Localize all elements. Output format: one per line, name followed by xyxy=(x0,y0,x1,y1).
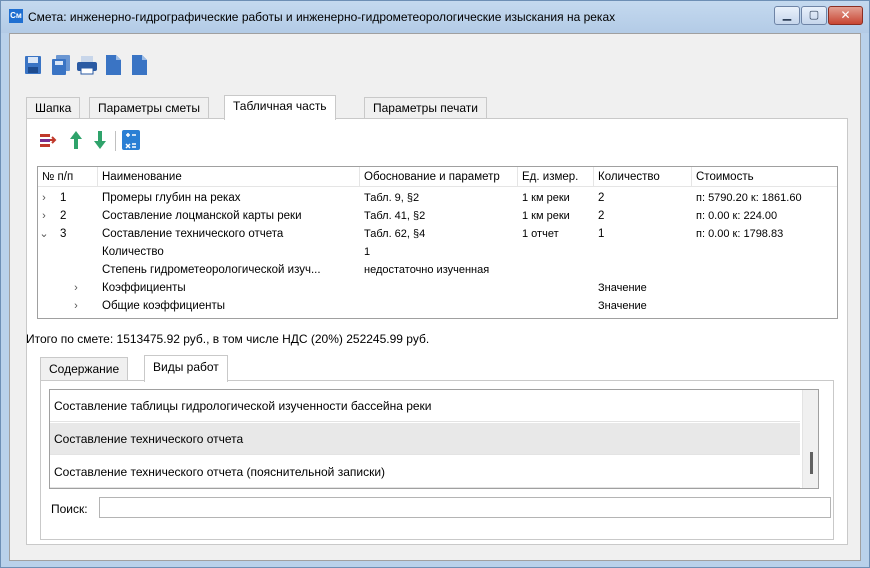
table-row[interactable]: › 2 Составление лоцманской карты реки Та… xyxy=(38,208,837,225)
column-header-quantity[interactable]: Количество xyxy=(594,167,692,187)
row-name: Составление лоцманской карты реки xyxy=(102,210,302,222)
column-header-name[interactable]: Наименование xyxy=(98,167,360,187)
table-subrow[interactable]: Количество 1 xyxy=(38,244,837,261)
save-icon[interactable] xyxy=(24,54,42,76)
row-quantity: 2 xyxy=(598,210,605,222)
row-number: 2 xyxy=(60,210,67,222)
title-bar[interactable]: Cм Смета: инженерно-гидрографические раб… xyxy=(1,1,869,33)
work-types-list[interactable]: Составление таблицы гидрологической изуч… xyxy=(49,389,819,489)
row-basis: Табл. 41, §2 xyxy=(364,210,426,222)
scrollbar-thumb[interactable] xyxy=(810,452,813,474)
row-cost: п: 5790.20 к: 1861.60 xyxy=(696,192,802,204)
column-header-cost[interactable]: Стоимость xyxy=(692,167,837,187)
row-unit: 1 км реки xyxy=(522,210,570,222)
row-quantity: 2 xyxy=(598,192,605,204)
row-name: Составление технического отчета xyxy=(102,228,284,240)
column-header-number[interactable]: № п/п xyxy=(38,167,98,187)
subrow-value[interactable]: 1 xyxy=(364,244,524,261)
app-window: Cм Смета: инженерно-гидрографические раб… xyxy=(0,0,870,568)
group-row-coefficients[interactable]: › Коэффициенты Значение xyxy=(38,280,837,297)
work-types-panel: Составление таблицы гидрологической изуч… xyxy=(40,380,834,540)
estimate-total: Итого по смете: 1513475.92 руб., в том ч… xyxy=(26,332,430,346)
window-title: Смета: инженерно-гидрографические работы… xyxy=(28,10,616,24)
row-basis: Табл. 9, §2 xyxy=(364,192,420,204)
grid-header: № п/п Наименование Обоснование и парамет… xyxy=(38,167,837,187)
row-unit: 1 отчет xyxy=(522,228,559,240)
collapse-icon[interactable]: ⌄ xyxy=(38,226,50,243)
close-icon: ✕ xyxy=(840,8,851,22)
group-value-label: Значение xyxy=(598,282,647,294)
insert-row-icon[interactable] xyxy=(39,129,57,151)
print-icon[interactable] xyxy=(76,54,97,76)
tab-estimate-params[interactable]: Параметры сметы xyxy=(89,97,209,119)
copy-icon[interactable] xyxy=(50,54,70,76)
maximize-button[interactable]: ▢ xyxy=(801,6,827,25)
subrow-name: Количество xyxy=(102,246,164,258)
row-number: 3 xyxy=(60,228,67,240)
move-up-icon[interactable] xyxy=(67,129,85,151)
table-row[interactable]: ⌄ 3 Составление технического отчета Табл… xyxy=(38,226,837,243)
group-row-general-coefficients[interactable]: › Общие коэффициенты Значение xyxy=(38,298,837,315)
group-value-label: Значение xyxy=(598,300,647,312)
app-icon: Cм xyxy=(9,9,23,23)
toolbar-separator xyxy=(115,131,116,151)
subrow-name: Степень гидрометеорологической изуч... xyxy=(102,264,321,276)
expand-icon[interactable]: › xyxy=(70,298,82,315)
table-subrow[interactable]: Степень гидрометеорологической изуч... н… xyxy=(38,262,837,279)
search-label: Поиск: xyxy=(51,502,88,516)
row-name: Промеры глубин на реках xyxy=(102,192,241,204)
row-basis: Табл. 62, §4 xyxy=(364,228,426,240)
column-header-basis[interactable]: Обоснование и параметр xyxy=(360,167,518,187)
row-cost: п: 0.00 к: 224.00 xyxy=(696,210,778,222)
row-number: 1 xyxy=(60,192,67,204)
list-item[interactable]: Составление технического отчета (пояснит… xyxy=(50,456,800,488)
move-down-icon[interactable] xyxy=(91,129,109,151)
expand-icon[interactable]: › xyxy=(70,280,82,297)
calculator-icon[interactable] xyxy=(121,129,140,151)
tab-table-part[interactable]: Табличная часть xyxy=(224,95,336,120)
column-header-unit[interactable]: Ед. измер. xyxy=(518,167,594,187)
tab-work-types[interactable]: Виды работ xyxy=(144,355,228,382)
maximize-icon: ▢ xyxy=(808,9,820,21)
expand-icon[interactable]: › xyxy=(38,208,50,225)
tab-print-params[interactable]: Параметры печати xyxy=(364,97,487,119)
list-item[interactable]: Составление технического отчета xyxy=(50,423,800,455)
export-xlsx-icon[interactable] xyxy=(104,54,122,76)
minimize-button[interactable]: ▁ xyxy=(774,6,800,25)
window-client: Шапка Параметры сметы Табличная часть Па… xyxy=(9,33,861,561)
subrow-value[interactable]: недостаточно изученная xyxy=(364,262,544,279)
minimize-icon: ▁ xyxy=(782,9,792,21)
table-row[interactable]: › 1 Промеры глубин на реках Табл. 9, §2 … xyxy=(38,190,837,207)
expand-icon[interactable]: › xyxy=(38,190,50,207)
list-item[interactable]: Составление таблицы гидрологической изуч… xyxy=(50,390,800,422)
row-quantity: 1 xyxy=(598,228,605,240)
row-unit: 1 км реки xyxy=(522,192,570,204)
estimate-grid[interactable]: № п/п Наименование Обоснование и парамет… xyxy=(37,166,838,319)
row-cost: п: 0.00 к: 1798.83 xyxy=(696,228,784,240)
search-input[interactable] xyxy=(99,497,831,518)
tab-header[interactable]: Шапка xyxy=(26,97,81,119)
export-gge-icon[interactable] xyxy=(130,54,148,76)
tab-contents[interactable]: Содержание xyxy=(40,357,129,381)
group-name: Коэффициенты xyxy=(102,282,186,294)
group-name: Общие коэффициенты xyxy=(102,300,226,312)
close-button[interactable]: ✕ xyxy=(828,6,863,25)
vertical-scrollbar[interactable] xyxy=(802,390,818,488)
